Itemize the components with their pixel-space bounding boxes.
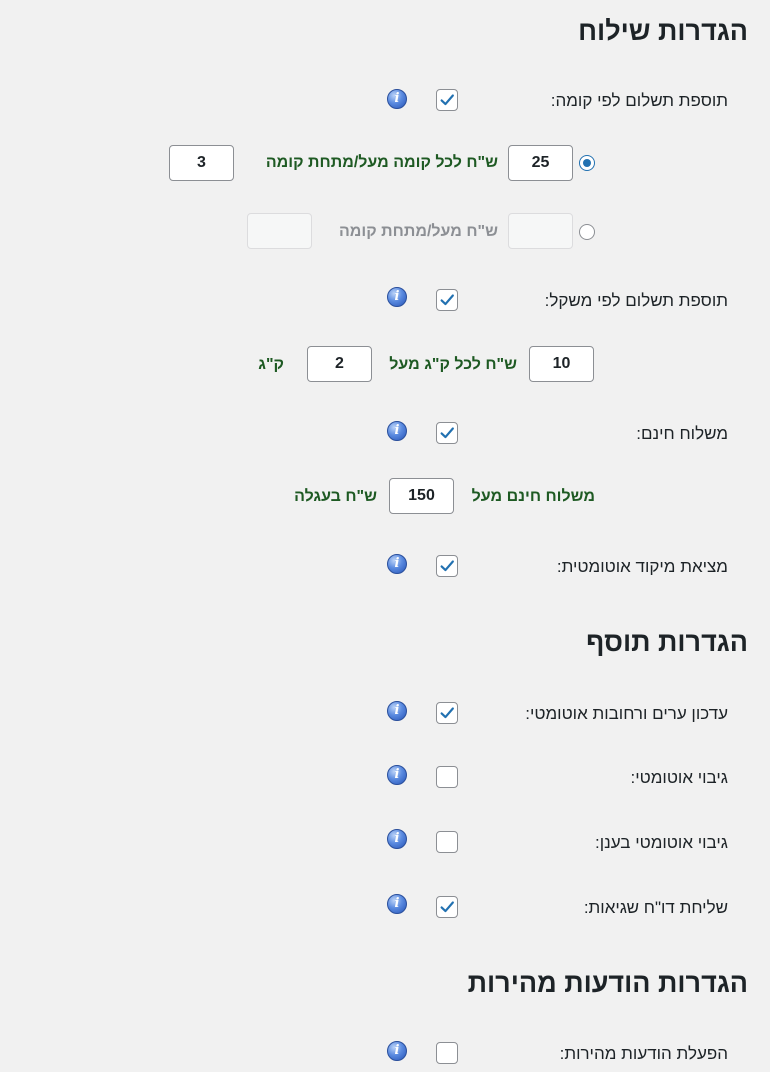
free-shipping-label: משלוח חינם: xyxy=(636,424,728,443)
auto-backup-checkbox[interactable] xyxy=(436,766,458,788)
floor-fee-info-icon[interactable]: i xyxy=(387,89,407,109)
error-report-info-icon[interactable]: i xyxy=(387,894,407,914)
kg-threshold-input[interactable] xyxy=(307,346,372,382)
auto-backup-label: גיבוי אוטומטי: xyxy=(630,768,728,787)
quick-alerts-label: הפעלת הודעות מהירות: xyxy=(559,1044,728,1063)
flat-floor-threshold-input[interactable] xyxy=(247,213,312,249)
auto-zip-checkbox[interactable] xyxy=(436,555,458,577)
per-floor-radio[interactable] xyxy=(579,155,595,171)
auto-zip-label: מציאת מיקוד אוטומטית: xyxy=(556,557,728,576)
flat-floor-price-input[interactable] xyxy=(508,213,573,249)
per-floor-price-input[interactable] xyxy=(508,145,573,181)
weight-fee-label: תוספת תשלום לפי משקל: xyxy=(544,291,728,310)
auto-backup-info-icon[interactable]: i xyxy=(387,765,407,785)
flat-floor-radio[interactable] xyxy=(579,224,595,240)
cloud-backup-checkbox[interactable] xyxy=(436,831,458,853)
free-shipping-info-icon[interactable]: i xyxy=(387,421,407,441)
quick-alerts-settings-title: הגדרות הודעות מהירות xyxy=(467,968,748,998)
error-report-checkbox[interactable] xyxy=(436,896,458,918)
floor-fee-checkbox[interactable] xyxy=(436,89,458,111)
auto-update-checkbox[interactable] xyxy=(436,702,458,724)
quick-alerts-checkbox[interactable] xyxy=(436,1042,458,1064)
plugin-settings-title: הגדרות תוסף xyxy=(586,627,748,657)
kg-unit-text: ק"ג xyxy=(258,356,284,373)
quick-alerts-info-icon[interactable]: i xyxy=(387,1041,407,1061)
weight-fee-checkbox[interactable] xyxy=(436,289,458,311)
shipping-settings-title: הגדרות שילוח xyxy=(578,16,748,46)
auto-update-info-icon[interactable]: i xyxy=(387,701,407,721)
per-kg-price-input[interactable] xyxy=(529,346,594,382)
cloud-backup-info-icon[interactable]: i xyxy=(387,829,407,849)
free-over-amount-input[interactable] xyxy=(389,478,454,514)
auto-update-label: עדכון ערים ורחובות אוטומטי: xyxy=(525,704,728,723)
free-over-text: משלוח חינם מעל xyxy=(471,488,595,505)
floor-fee-label: תוספת תשלום לפי קומה: xyxy=(550,91,728,110)
cloud-backup-label: גיבוי אוטומטי בענן: xyxy=(595,833,728,852)
auto-zip-info-icon[interactable]: i xyxy=(387,554,407,574)
per-floor-text: ש"ח לכל קומה מעל/מתחת קומה xyxy=(265,154,498,171)
floor-threshold-input[interactable] xyxy=(169,145,234,181)
cart-text: ש"ח בעגלה xyxy=(294,488,377,505)
per-kg-text: ש"ח לכל ק"ג מעל xyxy=(389,356,517,373)
flat-floor-text: ש"ח מעל/מתחת קומה xyxy=(338,223,498,240)
free-shipping-checkbox[interactable] xyxy=(436,422,458,444)
error-report-label: שליחת דו"ח שגיאות: xyxy=(583,898,728,917)
weight-fee-info-icon[interactable]: i xyxy=(387,287,407,307)
